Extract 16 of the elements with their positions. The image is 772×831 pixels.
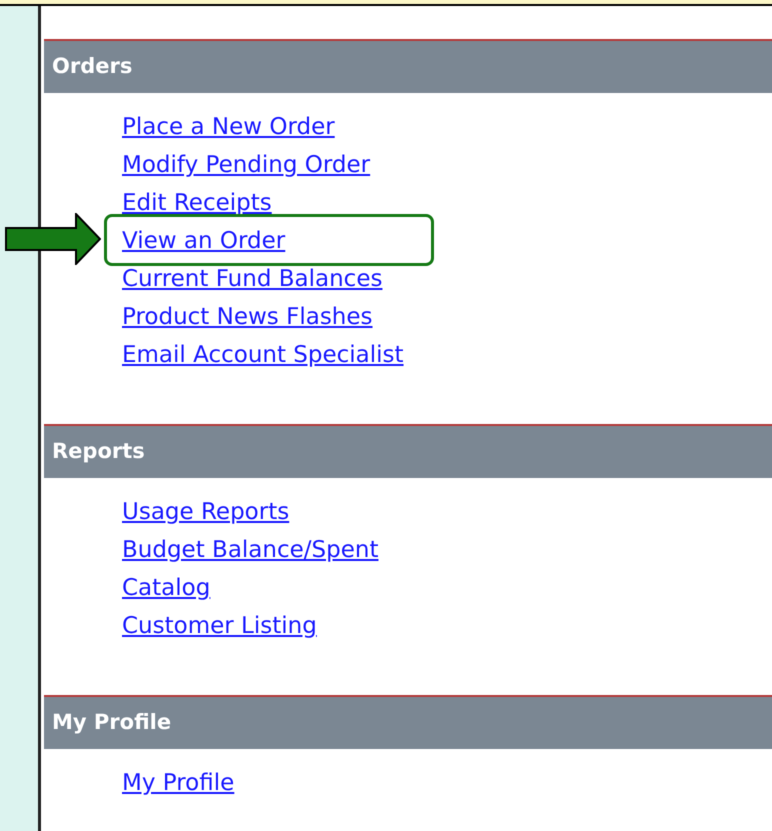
- nav-link[interactable]: Product News Flashes: [122, 302, 373, 332]
- section-header: My Profile: [44, 695, 772, 749]
- nav-link[interactable]: Customer Listing: [122, 611, 317, 641]
- nav-link[interactable]: Email Account Specialist: [122, 340, 404, 370]
- nav-link[interactable]: Current Fund Balances: [122, 264, 382, 294]
- section-header: Orders: [44, 39, 772, 93]
- nav-link[interactable]: View an Order: [122, 226, 286, 256]
- nav-link[interactable]: Usage Reports: [122, 497, 290, 527]
- nav-link[interactable]: Edit Receipts: [122, 188, 272, 218]
- nav-link[interactable]: Catalog: [122, 573, 210, 603]
- nav-link[interactable]: My Profile: [122, 768, 234, 798]
- section-header: Reports: [44, 424, 772, 478]
- nav-link[interactable]: Modify Pending Order: [122, 150, 370, 180]
- nav-link[interactable]: Place a New Order: [122, 112, 335, 142]
- arrow-icon: [5, 213, 101, 265]
- nav-link[interactable]: Budget Balance/Spent: [122, 535, 378, 565]
